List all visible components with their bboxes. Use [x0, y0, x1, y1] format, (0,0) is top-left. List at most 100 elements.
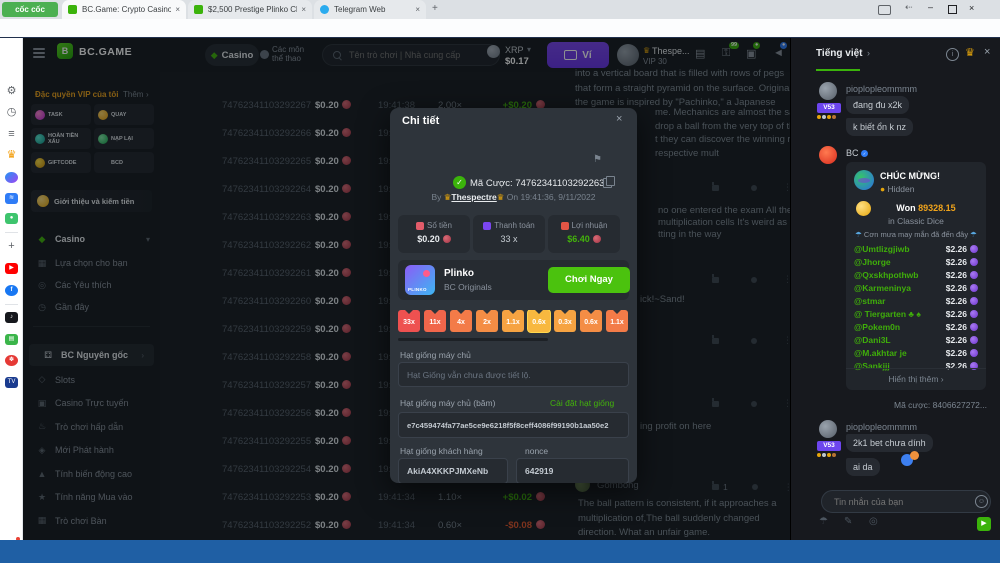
share-bet-icon[interactable]: ⚑ — [593, 154, 602, 165]
stat-payout: Thanh toán 33 x — [473, 215, 545, 253]
browser-tab-telegram[interactable]: Telegram Web × — [314, 0, 426, 19]
rain-winner-row: @ Tiergarten ♣ ♠ $2.26 — [846, 307, 986, 320]
emoji-reaction-orange[interactable] — [910, 451, 919, 460]
bcgame-favicon — [68, 5, 77, 14]
coccoc-logo[interactable]: cốc cốc — [2, 2, 58, 17]
winner-amount: $2.26 — [946, 244, 967, 254]
reading-list-icon[interactable]: ≡ — [4, 127, 19, 142]
wallet-icon — [483, 222, 491, 230]
game-name: Plinko — [444, 268, 474, 279]
shop-icon[interactable]: ▤ — [4, 332, 19, 347]
multiplier-chip: 0.3x — [554, 310, 576, 332]
flower-app-icon[interactable]: ✽ — [4, 353, 19, 368]
messenger-icon[interactable] — [4, 170, 19, 185]
chat-tab-indicator — [816, 69, 860, 71]
youtube-icon[interactable]: ▶ — [4, 261, 19, 276]
bcd-coin-icon — [970, 310, 978, 318]
vip-level-badge: V53 — [817, 441, 841, 451]
modal-close-icon[interactable]: × — [616, 113, 622, 125]
chart-app-icon[interactable]: ≋ — [4, 191, 19, 206]
server-seed-hash-field[interactable]: e7c459474fa77ae5ce9e6218f5f8ceff4086f991… — [398, 412, 629, 438]
server-seed-field[interactable]: Hạt Giống vẫn chưa được tiết lộ. — [398, 362, 629, 387]
bet-link[interactable]: Mã cược: 8406627272... — [791, 400, 987, 410]
window-minimize-button[interactable]: – — [928, 2, 933, 12]
winner-username[interactable]: @Qxskhpothwb — [854, 270, 946, 280]
multiplier-chip: 1.1x — [606, 310, 628, 332]
rain-icon: ☂ — [855, 230, 862, 239]
scrollbar-horizontal[interactable] — [398, 338, 548, 341]
new-tab-button[interactable]: + — [432, 3, 438, 14]
winner-amount: $2.26 — [946, 257, 967, 267]
nonce-field[interactable]: 642919 — [516, 458, 629, 483]
winner-amount: $2.26 — [946, 309, 967, 319]
bet-id-value: Mã Cược: 74762341103292263 — [470, 178, 604, 189]
winner-username[interactable]: @stmar — [854, 296, 946, 306]
window-maximize-button[interactable] — [948, 5, 957, 14]
client-seed-field[interactable]: AkiA4XKKPJMXeNb — [398, 458, 508, 483]
rain-winner-row: @Qxskhpothwb $2.26 — [846, 268, 986, 281]
copy-icon[interactable] — [603, 178, 612, 188]
chat-avatar[interactable] — [819, 420, 837, 438]
rain-title: ☂ Cơn mưa may mắn đã đến đây ☂ — [846, 230, 986, 239]
telegram-favicon — [320, 5, 329, 14]
multiplier-chip: 0.6x — [528, 310, 550, 332]
winner-username[interactable]: @Dani3L — [854, 335, 946, 345]
rain-tip-icon[interactable]: ☂ — [819, 516, 828, 527]
winner-username[interactable]: @ Tiergarten ♣ ♠ — [854, 309, 946, 319]
send-button[interactable]: ▶ — [977, 517, 991, 531]
coin-icon — [443, 235, 451, 243]
winner-username[interactable]: @M.akhtar je — [854, 348, 946, 358]
rail-divider — [5, 232, 18, 233]
chat-username[interactable]: pioplopleommmm — [846, 422, 917, 432]
chat-input-wrap — [821, 490, 991, 513]
play-now-button[interactable]: Chơi Ngay — [548, 267, 630, 293]
tiktok-icon[interactable]: ♪ — [4, 310, 19, 325]
chat-input[interactable] — [832, 496, 966, 508]
winner-username[interactable]: @Karmeninya — [854, 283, 946, 293]
screen: cốc cốc BC.Game: Crypto Casino Gam × $2,… — [0, 0, 1000, 563]
winner-username[interactable]: @Jhorge — [854, 257, 946, 267]
rain-winner-row: @Karmeninya $2.26 — [846, 281, 986, 294]
history-icon[interactable]: ◷ — [4, 105, 19, 120]
emoji-picker-icon[interactable]: ☺ — [975, 495, 988, 508]
rain-winner-row: @stmar $2.26 — [846, 294, 986, 307]
chat-message: 2k1 bet chưa dính — [846, 434, 933, 452]
vip-crown-icon[interactable]: ♛ — [4, 148, 19, 163]
tv-app-icon[interactable]: TV — [4, 375, 19, 390]
winner-amount: $2.26 — [946, 296, 967, 306]
facebook-icon[interactable]: f — [4, 283, 19, 298]
seed-settings-link[interactable]: Cài đặt hạt giống — [550, 398, 614, 408]
media-controls-icon[interactable] — [878, 5, 891, 15]
winner-username[interactable]: @Umtlizgjiwb — [854, 244, 946, 254]
chat-close-icon[interactable]: × — [984, 46, 990, 58]
chat-message: đang đu x2k — [846, 96, 909, 114]
tab-close-icon[interactable]: × — [175, 5, 180, 14]
coin-toggle-icon[interactable]: ◎ — [869, 516, 878, 527]
chat-avatar[interactable] — [819, 82, 837, 100]
browser-toolbar: ← → ↻ bc.game/vi/game/plinko ↧ A ↗ ☆ ↓ ⚿… — [0, 19, 1000, 38]
trophy-icon[interactable]: ♛ — [965, 46, 975, 59]
show-more-link[interactable]: Hiển thị thêm › — [846, 374, 986, 384]
browser-tab-bcgame[interactable]: BC.Game: Crypto Casino Gam × — [62, 0, 186, 19]
gold-coin-icon — [856, 201, 871, 216]
browser-tab-plinko-challenge[interactable]: $2,500 Prestige Plinko Challe × — [188, 0, 312, 19]
rain-winner-row: @Jhorge $2.26 — [846, 255, 986, 268]
tab-search-icon[interactable]: ⇠ — [905, 2, 913, 13]
bettor-name[interactable]: Thespectre — [451, 192, 496, 202]
winner-username[interactable]: @Pokem0n — [854, 322, 946, 332]
settings-gear-icon[interactable]: ⚙ — [4, 84, 19, 99]
plinko-thumbnail[interactable]: PLINKO — [405, 265, 435, 295]
multiplier-chip: 0.6x — [580, 310, 602, 332]
chat-language[interactable]: Tiếng việt — [816, 48, 863, 59]
window-close-button[interactable]: × — [969, 3, 974, 13]
info-icon[interactable]: i — [946, 48, 959, 61]
game-app-icon[interactable]: ● — [4, 211, 19, 226]
chat-username[interactable]: pioplopleommmm — [846, 84, 917, 94]
rules-pencil-icon[interactable]: ✎ — [844, 516, 852, 527]
add-shortcut-icon[interactable]: + — [4, 239, 19, 254]
medal-icon: ♛ — [497, 192, 505, 202]
winner-username[interactable]: @Sankjjj — [854, 361, 946, 371]
chevron-right-icon[interactable]: › — [867, 48, 870, 58]
tab-close-icon[interactable]: × — [301, 5, 306, 14]
tab-close-icon[interactable]: × — [415, 5, 420, 14]
